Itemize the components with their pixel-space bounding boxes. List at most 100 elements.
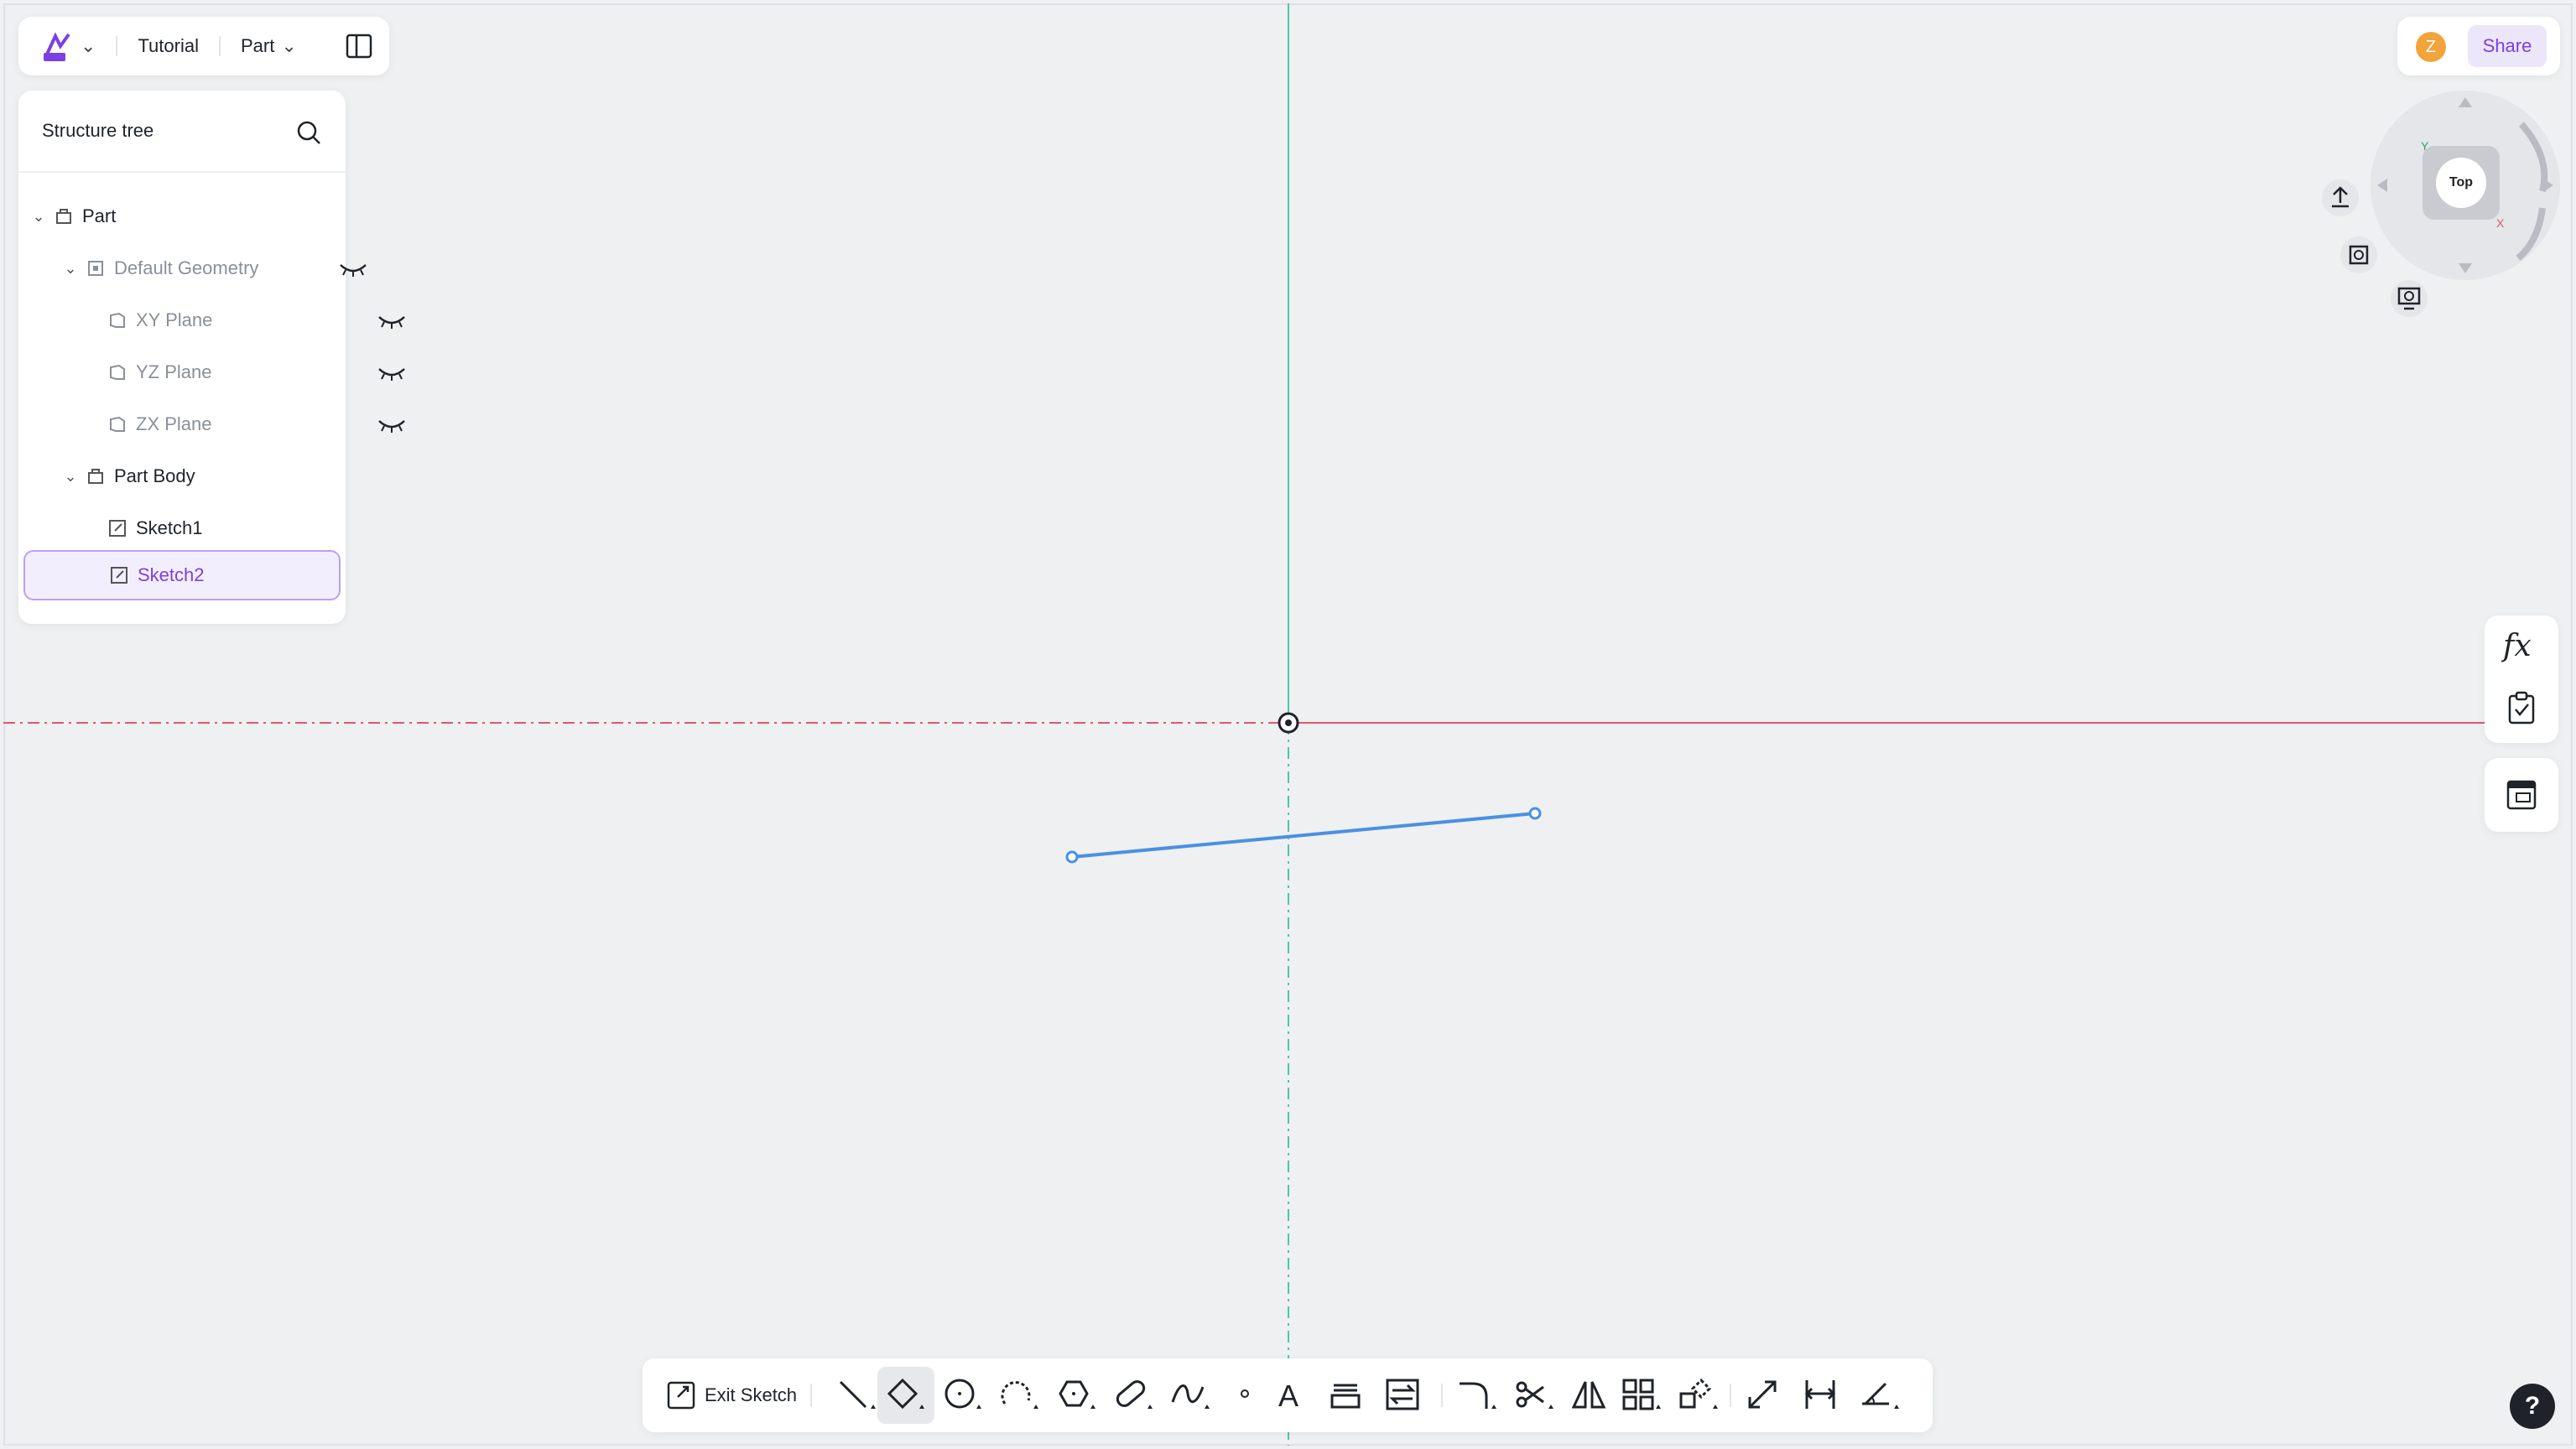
eye-closed-icon[interactable] xyxy=(339,258,367,278)
move-icon xyxy=(1748,1380,1777,1409)
eye-closed-icon[interactable] xyxy=(377,310,406,330)
tree-item-label: Part Body xyxy=(114,465,195,486)
table-panel xyxy=(2485,758,2558,832)
tree-item-label: Sketch2 xyxy=(138,564,205,585)
tree-item-zx-plane[interactable]: ZX Plane xyxy=(18,399,428,449)
project-name[interactable]: Tutorial xyxy=(138,35,199,57)
rectangle-tool[interactable] xyxy=(877,1367,934,1424)
display-mode-icon[interactable] xyxy=(2391,280,2428,317)
exit-sketch-label: Exit Sketch xyxy=(705,1384,798,1405)
polygon-tool[interactable] xyxy=(1049,1367,1106,1424)
line-start-point[interactable] xyxy=(1065,850,1079,864)
sketch-viewport[interactable] xyxy=(0,0,2576,1449)
tree-item-label: Part xyxy=(82,205,117,226)
line-end-point[interactable] xyxy=(1528,807,1542,820)
help-icon[interactable]: ? xyxy=(2510,1384,2555,1429)
plane-icon xyxy=(110,312,125,328)
table-icon[interactable] xyxy=(2506,780,2537,810)
sketch-icon xyxy=(111,567,127,584)
share-button[interactable]: Share xyxy=(2468,25,2547,67)
body-icon xyxy=(88,469,103,484)
structure-tree-panel: Structure tree ⌄ Part ⌄ Default Geometry… xyxy=(18,91,405,624)
search-icon[interactable] xyxy=(295,119,322,146)
tree-item-part[interactable]: ⌄ Part xyxy=(18,191,357,242)
arc-icon xyxy=(1001,1381,1038,1409)
tree-item-label: ZX Plane xyxy=(136,413,212,434)
eye-closed-icon[interactable] xyxy=(377,362,406,382)
slot-icon xyxy=(1116,1380,1153,1409)
view-face-top[interactable]: Top xyxy=(2436,158,2486,208)
text-icon: A xyxy=(1278,1379,1298,1413)
home-view-icon[interactable] xyxy=(2322,179,2359,216)
arc-tool[interactable] xyxy=(991,1367,1049,1424)
part-icon xyxy=(56,209,71,224)
mirror-icon xyxy=(1572,1381,1606,1409)
convert-tool[interactable] xyxy=(1377,1367,1434,1424)
avatar[interactable]: Z xyxy=(2416,32,2446,62)
pattern-tool[interactable] xyxy=(1614,1367,1671,1424)
axis-y-label: Y xyxy=(2421,139,2429,153)
tree-item-label: YZ Plane xyxy=(136,361,212,382)
tree-item-part-body[interactable]: ⌄ Part Body xyxy=(18,451,389,501)
spline-icon xyxy=(1171,1384,1210,1409)
text-tool[interactable]: A xyxy=(1263,1367,1320,1424)
convert-icon xyxy=(1386,1379,1419,1410)
pattern-icon xyxy=(1622,1379,1661,1410)
offset-tool[interactable] xyxy=(1320,1367,1377,1424)
divider xyxy=(1730,1384,1731,1407)
chevron-down-icon[interactable]: ⌄ xyxy=(62,468,79,486)
mode-selector[interactable]: Part xyxy=(241,35,274,57)
chevron-down-icon[interactable]: ⌄ xyxy=(30,208,47,226)
chevron-down-icon[interactable]: ⌄ xyxy=(81,35,96,57)
eye-closed-icon[interactable] xyxy=(377,414,406,434)
move-tool[interactable] xyxy=(1738,1367,1795,1424)
share-panel: Z Share xyxy=(2397,17,2560,75)
axis-x-label: X xyxy=(2496,216,2505,230)
chevron-down-icon[interactable]: ⌄ xyxy=(62,260,79,278)
split-view-icon[interactable] xyxy=(346,33,372,60)
divider xyxy=(1441,1384,1443,1407)
tree-item-xy-plane[interactable]: XY Plane xyxy=(18,295,428,345)
exit-sketch-icon xyxy=(667,1381,695,1410)
tree-item-sketch1[interactable]: Sketch1 xyxy=(18,503,428,553)
offset-icon xyxy=(1330,1384,1361,1409)
tree-item-label: Sketch1 xyxy=(136,517,203,538)
transform-tool[interactable] xyxy=(1671,1367,1728,1424)
tree-item-yz-plane[interactable]: YZ Plane xyxy=(18,347,428,397)
fillet-icon xyxy=(1460,1382,1496,1409)
sketch-toolbar: Exit Sketch A xyxy=(643,1358,1933,1432)
checklist-icon[interactable] xyxy=(2506,691,2537,724)
line-icon xyxy=(839,1380,876,1409)
divider xyxy=(116,36,118,56)
trim-icon xyxy=(1516,1381,1553,1409)
slot-tool[interactable] xyxy=(1106,1367,1163,1424)
divider xyxy=(810,1384,812,1407)
rectangle-icon xyxy=(887,1379,924,1410)
divider xyxy=(218,36,221,56)
tree-item-sketch2[interactable]: Sketch2 xyxy=(23,550,341,600)
origin-dot xyxy=(1285,719,1292,726)
plane-icon xyxy=(110,416,125,432)
circle-tool[interactable] xyxy=(934,1367,991,1424)
view-cube[interactable]: Top Y X xyxy=(2370,91,2560,280)
transform-icon xyxy=(1679,1379,1718,1409)
sketch-icon xyxy=(109,520,126,537)
fit-view-icon[interactable] xyxy=(2340,236,2377,273)
spline-tool[interactable] xyxy=(1163,1367,1220,1424)
sketch-line[interactable] xyxy=(1071,812,1536,859)
circle-icon xyxy=(945,1379,981,1409)
logo-icon[interactable] xyxy=(40,29,74,63)
constraint-tool[interactable] xyxy=(1852,1367,1909,1424)
fillet-tool[interactable] xyxy=(1449,1367,1507,1424)
chevron-down-icon[interactable]: ⌄ xyxy=(281,35,296,57)
plane-icon xyxy=(110,364,125,380)
trim-tool[interactable] xyxy=(1507,1367,1564,1424)
cube-icon[interactable]: Top xyxy=(2422,146,2500,220)
dimension-tool[interactable] xyxy=(1795,1367,1852,1424)
mirror-tool[interactable] xyxy=(1564,1367,1621,1424)
exit-sketch-button[interactable]: Exit Sketch xyxy=(666,1379,797,1412)
fx-icon[interactable]: fx xyxy=(2503,629,2532,663)
right-tool-panel: fx xyxy=(2485,615,2558,743)
constraint-icon xyxy=(1862,1382,1899,1409)
tree-item-default-geometry[interactable]: ⌄ Default Geometry xyxy=(18,243,389,293)
